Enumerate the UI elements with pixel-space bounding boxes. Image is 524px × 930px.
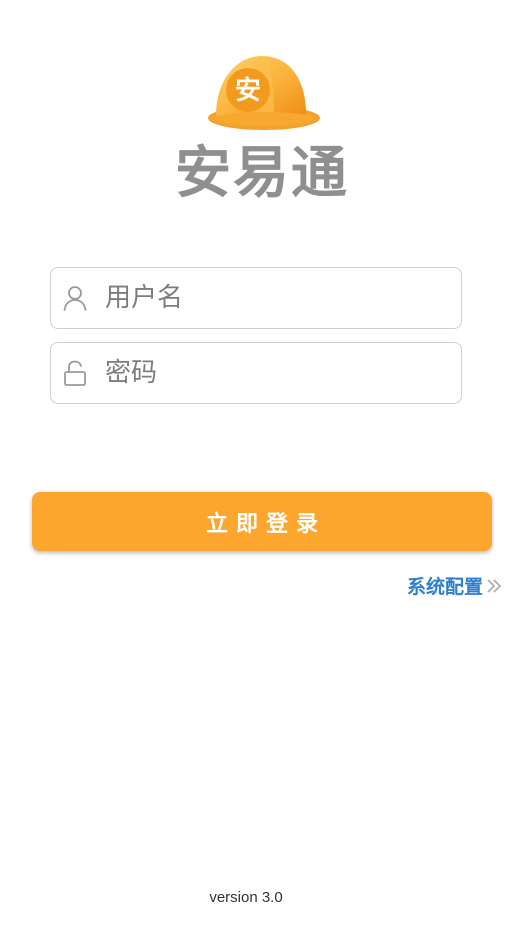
username-field[interactable] [50, 267, 462, 329]
password-input[interactable] [105, 358, 435, 388]
username-input[interactable] [105, 283, 435, 313]
helmet-icon: 安 [208, 56, 320, 130]
system-config-label: 系统配置 [406, 576, 483, 598]
double-chevron-right-icon [487, 578, 502, 593]
version-label: version 3.0 [209, 889, 283, 906]
login-button[interactable]: 立即登录 [32, 492, 492, 551]
app-logo: 安 安易通 [0, 46, 524, 206]
system-config-link[interactable]: 系统配置 [407, 572, 502, 599]
user-icon [63, 286, 87, 311]
lock-icon [64, 360, 86, 386]
logo-glyph: 安 [235, 76, 261, 106]
password-field[interactable] [50, 342, 462, 404]
app-name: 安易通 [175, 141, 349, 206]
